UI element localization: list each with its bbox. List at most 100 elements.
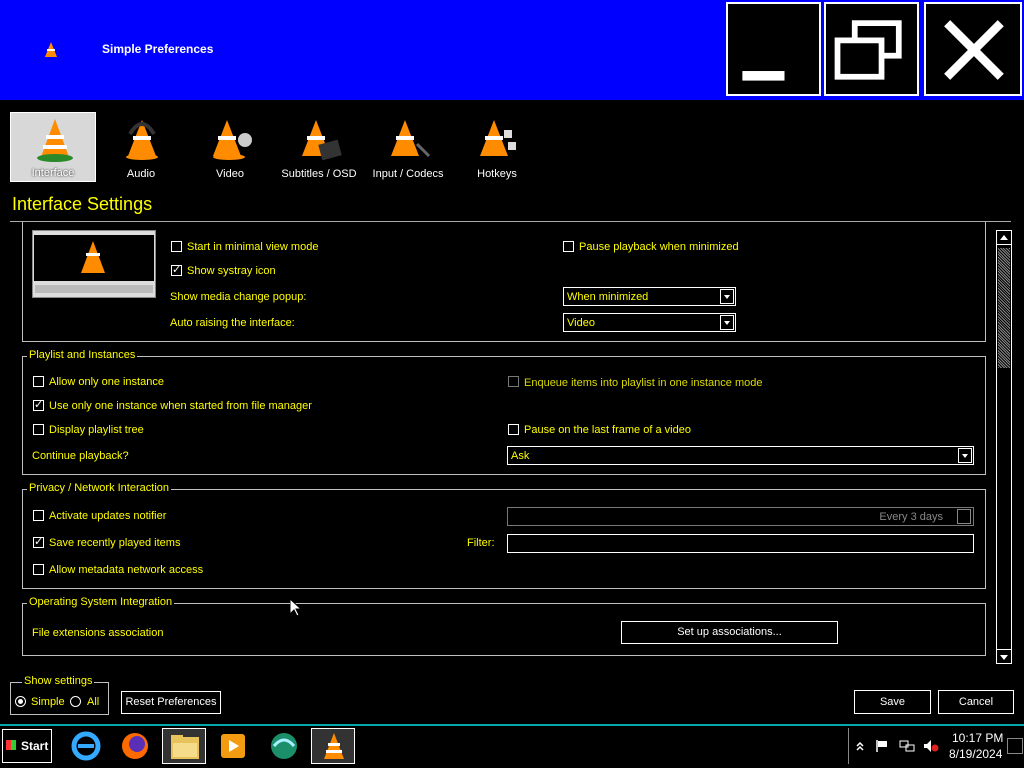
video-cone-icon xyxy=(213,120,252,160)
continue-playback-label: Continue playback? xyxy=(32,450,129,462)
category-audio[interactable]: Audio xyxy=(98,112,184,182)
start-label: Start xyxy=(21,739,49,753)
chevron-down-icon[interactable] xyxy=(720,289,734,304)
vlc-taskbar-icon[interactable] xyxy=(311,728,355,764)
auto-raise-dropdown[interactable]: Video xyxy=(563,313,736,332)
one-instance-checkbox[interactable] xyxy=(33,376,44,387)
scroll-up-icon[interactable] xyxy=(997,231,1011,245)
metadata-network-checkbox[interactable] xyxy=(33,564,44,575)
setup-associations-button[interactable]: Set up associations... xyxy=(621,621,838,644)
update-interval-value: Every 3 days xyxy=(879,511,943,523)
systray-checkbox[interactable] xyxy=(171,263,182,276)
firefox-icon[interactable] xyxy=(113,728,157,764)
pause-minimized-label: Pause playback when minimized xyxy=(579,241,739,253)
update-interval-spinbox[interactable]: Every 3 days xyxy=(507,507,974,526)
media-popup-value: When minimized xyxy=(567,291,649,303)
scroll-down-icon[interactable] xyxy=(997,649,1011,663)
window-title: Simple Preferences xyxy=(102,42,214,56)
scrollbar-thumb[interactable] xyxy=(998,248,1010,368)
all-radio[interactable] xyxy=(70,696,81,707)
flag-icon[interactable] xyxy=(875,739,889,753)
filter-input[interactable] xyxy=(507,534,974,553)
file-manager-instance-checkbox[interactable] xyxy=(33,398,44,411)
category-hotkeys[interactable]: Hotkeys xyxy=(454,112,540,182)
spin-arrows-icon[interactable] xyxy=(957,509,971,524)
metadata-network-label: Allow metadata network access xyxy=(49,564,204,576)
volume-muted-icon[interactable] xyxy=(923,739,939,753)
pause-minimized-checkbox[interactable] xyxy=(563,241,574,252)
media-popup-dropdown[interactable]: When minimized xyxy=(563,287,736,306)
chevron-down-icon[interactable] xyxy=(720,315,734,330)
start-minimal-checkbox[interactable] xyxy=(171,241,182,252)
close-icon xyxy=(944,20,1004,80)
category-label: Audio xyxy=(126,168,156,180)
chevron-down-icon[interactable] xyxy=(958,448,972,463)
pause-last-frame-label: Pause on the last frame of a video xyxy=(524,424,691,436)
auto-raise-label: Auto raising the interface: xyxy=(170,317,295,329)
pause-last-frame-checkbox[interactable] xyxy=(508,424,519,435)
windows-logo-icon xyxy=(6,740,16,750)
network-icon[interactable] xyxy=(899,739,915,753)
group-title: Show settings xyxy=(22,675,95,687)
chevron-up-icon[interactable] xyxy=(855,740,865,752)
audio-cone-icon xyxy=(126,120,158,160)
category-label: Subtitles / OSD xyxy=(281,168,357,180)
vlc-icon xyxy=(45,42,57,57)
clock-time[interactable]: 10:17 PM xyxy=(952,731,1003,745)
playlist-tree-label: Display playlist tree xyxy=(49,424,144,436)
enqueue-label: Enqueue items into playlist in one insta… xyxy=(524,377,763,389)
mouse-cursor-icon xyxy=(290,599,302,617)
internet-explorer-icon[interactable] xyxy=(64,728,108,764)
recent-items-checkbox[interactable] xyxy=(33,535,44,548)
hotkeys-cone-icon xyxy=(480,120,516,156)
clock-date[interactable]: 8/19/2024 xyxy=(949,747,1002,761)
start-button[interactable]: Start xyxy=(2,729,52,763)
enqueue-checkbox[interactable] xyxy=(508,376,519,387)
updates-notifier-label: Activate updates notifier xyxy=(49,510,167,522)
continue-playback-dropdown[interactable]: Ask xyxy=(507,446,974,465)
restore-icon xyxy=(834,20,902,80)
auto-raise-value: Video xyxy=(567,317,595,329)
systray-label: Show systray icon xyxy=(187,265,276,277)
category-video[interactable]: Video xyxy=(187,112,273,182)
media-popup-label: Show media change popup: xyxy=(170,291,307,303)
category-input-codecs[interactable]: Input / Codecs xyxy=(365,112,451,182)
group-title: Privacy / Network Interaction xyxy=(27,482,171,494)
save-button[interactable]: Save xyxy=(854,690,931,714)
category-label: Interface xyxy=(31,167,75,179)
continue-playback-value: Ask xyxy=(511,450,530,462)
look-and-feel-group xyxy=(22,222,986,342)
restore-button[interactable] xyxy=(824,2,919,96)
cancel-button[interactable]: Cancel xyxy=(938,690,1014,714)
category-subtitles[interactable]: Subtitles / OSD xyxy=(276,112,362,182)
notification-icon[interactable] xyxy=(1007,738,1023,754)
group-title: Playlist and Instances xyxy=(27,349,138,361)
reset-preferences-button[interactable]: Reset Preferences xyxy=(121,691,221,714)
category-interface[interactable]: Interface xyxy=(10,112,96,182)
subtitles-cone-icon xyxy=(302,120,342,161)
category-label: Input / Codecs xyxy=(372,168,444,180)
category-label: Hotkeys xyxy=(477,168,517,180)
file-assoc-label: File extensions association xyxy=(32,627,164,639)
simple-label: Simple xyxy=(31,696,65,708)
interface-cone-icon xyxy=(37,119,73,162)
filter-label: Filter: xyxy=(467,537,495,549)
start-minimal-label: Start in minimal view mode xyxy=(187,241,319,253)
vlc-cone-preview-icon xyxy=(81,241,105,273)
close-button[interactable] xyxy=(924,2,1022,96)
file-explorer-icon[interactable] xyxy=(162,728,206,764)
playlist-tree-checkbox[interactable] xyxy=(33,424,44,435)
one-instance-label: Allow only one instance xyxy=(49,376,164,388)
simple-radio[interactable] xyxy=(15,696,26,707)
updates-notifier-checkbox[interactable] xyxy=(33,510,44,521)
media-player-icon[interactable] xyxy=(211,728,255,764)
interface-preview-image xyxy=(32,230,156,298)
minimize-icon xyxy=(742,71,785,81)
minimize-button[interactable] xyxy=(726,2,821,96)
recent-items-label: Save recently played items xyxy=(49,537,181,549)
input-codecs-cone-icon xyxy=(391,120,431,158)
file-manager-instance-label: Use only one instance when started from … xyxy=(49,400,312,412)
os-integration-group xyxy=(22,603,986,656)
group-title: Operating System Integration xyxy=(27,596,175,608)
browser-globe-icon[interactable] xyxy=(262,728,306,764)
